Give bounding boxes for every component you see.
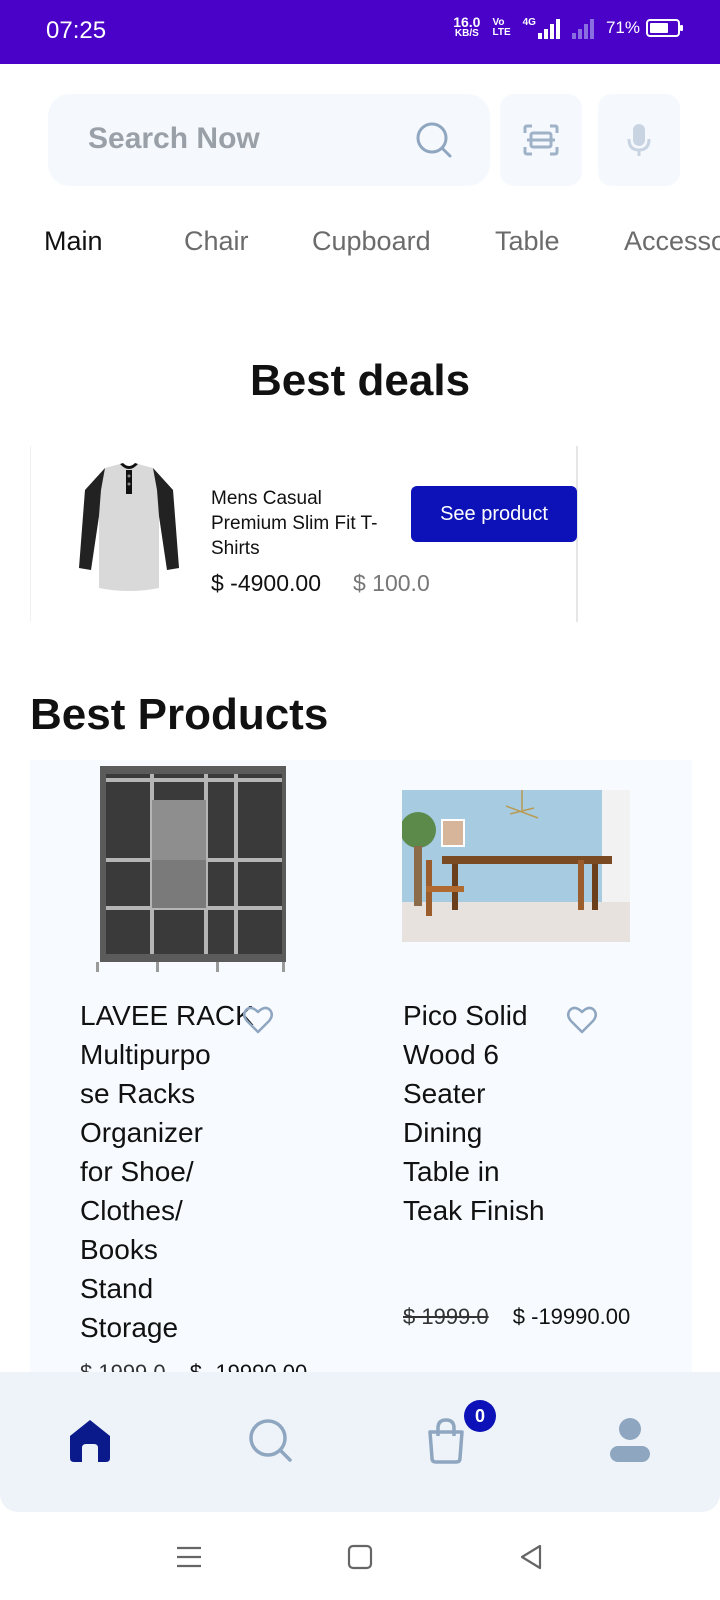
tab-main[interactable]: Main: [44, 226, 103, 257]
bottom-navigation: 0: [0, 1372, 720, 1512]
status-time: 07:25: [46, 17, 107, 44]
product-old-price: $ 1999.0: [403, 1304, 489, 1329]
cart-count-badge: 0: [464, 1400, 496, 1432]
heart-icon[interactable]: [566, 1004, 598, 1036]
network-speed-value: 16.0: [453, 14, 481, 30]
product-old-price: $ 1999.0: [80, 1360, 166, 1372]
product-prices: $ 1999.0 $ -19990.00: [80, 1360, 307, 1372]
search-placeholder: Search Now: [88, 122, 260, 155]
product-price: $ -19990.00: [512, 1304, 631, 1329]
network-speed: 16.0 KB/S: [453, 14, 481, 40]
products-grid: LAVEE RACK Multipurpo se Racks Organizer…: [30, 760, 692, 1372]
search-icon: [249, 1419, 292, 1462]
tshirt-image: [79, 463, 179, 591]
system-navigation-bar: [0, 1512, 720, 1600]
tab-accessories[interactable]: Accessories: [624, 226, 720, 257]
deal-old-price: $ 100.0: [353, 570, 430, 596]
volte-indicator: Vo LTE: [492, 18, 510, 38]
category-tabs: Main Chair Cupboard Table Accessories: [0, 226, 720, 266]
best-products-title: Best Products: [30, 690, 329, 739]
nav-search[interactable]: [242, 1412, 298, 1468]
deal-card[interactable]: Mens Casual Premium Slim Fit T-Shirts $ …: [30, 446, 578, 622]
tab-cupboard[interactable]: Cupboard: [312, 226, 431, 257]
network-speed-unit: KB/S: [454, 28, 479, 39]
deal-product-name: Mens Casual Premium Slim Fit T-Shirts: [211, 488, 378, 559]
home-square-icon[interactable]: [345, 1542, 375, 1572]
heart-icon[interactable]: [242, 1004, 274, 1036]
battery: 71%: [605, 18, 683, 38]
product-card[interactable]: LAVEE RACK Multipurpo se Racks Organizer…: [30, 760, 360, 1372]
best-deals-title: Best deals: [249, 356, 471, 405]
scan-icon: [523, 124, 559, 156]
deal-price: $ -4900.00: [211, 570, 321, 596]
profile-icon: [610, 1418, 650, 1462]
battery-icon: [646, 19, 683, 37]
product-card[interactable]: Pico Solid Wood 6 Seater Dining Table in…: [360, 760, 690, 1372]
signal-4g: 4G: [523, 17, 560, 39]
dining-table-image: [402, 790, 630, 942]
status-bar: 07:25 16.0 KB/S Vo LTE 4G 71%: [0, 0, 720, 64]
search-input[interactable]: Search Now: [48, 94, 490, 186]
signal-bars-secondary-icon: [571, 17, 594, 39]
product-name: LAVEE RACK Multipurpo se Racks Organizer…: [80, 1000, 254, 1343]
rack-image: [96, 766, 286, 972]
product-prices: $ 1999.0 $ -19990.00: [403, 1304, 630, 1330]
volte-bottom: LTE: [492, 27, 511, 38]
battery-percent: 71%: [605, 18, 640, 37]
network-type: 4G: [522, 17, 536, 28]
home-icon: [70, 1420, 110, 1462]
nav-home[interactable]: [62, 1412, 118, 1468]
product-name: Pico Solid Wood 6 Seater Dining Table in…: [403, 1000, 545, 1226]
see-product-button[interactable]: See product: [411, 486, 577, 542]
tab-chair[interactable]: Chair: [184, 226, 249, 257]
status-icons: 16.0 KB/S Vo LTE 4G 71%: [453, 14, 683, 40]
menu-icon[interactable]: [174, 1542, 204, 1572]
cart-icon: [428, 1418, 464, 1464]
tab-table[interactable]: Table: [495, 226, 560, 257]
microphone-icon: [627, 124, 651, 156]
signal-bars-icon: [537, 17, 560, 39]
nav-profile[interactable]: [602, 1412, 658, 1468]
scan-button[interactable]: [500, 94, 582, 186]
product-price: $ -19990.00: [190, 1360, 307, 1372]
search-icon[interactable]: [414, 120, 454, 160]
back-icon[interactable]: [516, 1542, 546, 1572]
voice-search-button[interactable]: [598, 94, 680, 186]
